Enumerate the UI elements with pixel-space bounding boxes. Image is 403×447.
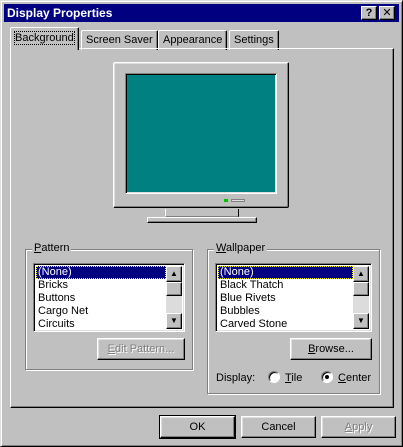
- list-item[interactable]: Cargo Net: [36, 305, 166, 318]
- center-label-rest: enter: [345, 372, 372, 384]
- wallpaper-label-rest: allpaper: [225, 242, 266, 254]
- center-radio-option[interactable]: Center: [321, 371, 379, 385]
- wallpaper-access-key: W: [216, 242, 226, 254]
- list-item[interactable]: Carved Stone: [218, 318, 353, 331]
- help-icon: ?: [365, 7, 373, 19]
- pattern-listbox[interactable]: (None) Bricks Buttons Cargo Net Circuits…: [33, 263, 185, 332]
- browse-button[interactable]: Browse...: [290, 338, 372, 360]
- center-radio[interactable]: [321, 371, 333, 383]
- tile-radio-option[interactable]: Tile: [268, 371, 318, 385]
- scroll-down-icon[interactable]: ▼: [353, 313, 369, 329]
- tile-label-rest: ile: [291, 372, 303, 384]
- list-item[interactable]: Circuits: [36, 318, 166, 331]
- ok-button[interactable]: OK: [159, 415, 236, 439]
- scroll-up-icon[interactable]: ▲: [166, 266, 182, 282]
- scroll-thumb[interactable]: [166, 282, 182, 296]
- list-item[interactable]: Black Thatch: [218, 279, 353, 292]
- tab-screen-saver[interactable]: Screen Saver: [81, 30, 158, 50]
- pattern-group: Pattern (None) Bricks Buttons Cargo Net …: [25, 242, 193, 370]
- list-item[interactable]: (None): [218, 266, 353, 279]
- monitor-bezel: [113, 62, 289, 208]
- wallpaper-listbox[interactable]: (None) Black Thatch Blue Rivets Bubbles …: [215, 263, 372, 332]
- edit-pattern-button[interactable]: Edit Pattern...: [97, 338, 185, 360]
- tab-settings-label: Settings: [234, 34, 274, 46]
- scroll-thumb[interactable]: [353, 282, 369, 296]
- close-button[interactable]: ✕: [379, 6, 395, 20]
- tab-appearance[interactable]: Appearance: [158, 30, 228, 50]
- display-mode-label: Display:: [216, 372, 256, 384]
- monitor-preview: [113, 62, 291, 232]
- wallpaper-group-label: Wallpaper: [214, 242, 268, 254]
- list-item[interactable]: Buttons: [36, 292, 166, 305]
- edit-pattern-label-rest: dit Pattern...: [115, 343, 175, 355]
- monitor-button-icon: [231, 199, 245, 202]
- scroll-up-icon[interactable]: ▲: [353, 266, 369, 282]
- pattern-scrollbar[interactable]: ▲ ▼: [166, 266, 182, 329]
- wallpaper-group: Wallpaper (None) Black Thatch Blue Rivet…: [207, 242, 380, 394]
- list-item[interactable]: Bubbles: [218, 305, 353, 318]
- ok-label: OK: [189, 421, 206, 433]
- pattern-group-label: Pattern: [32, 242, 72, 254]
- tile-label: Tile: [285, 372, 302, 384]
- list-item[interactable]: Bricks: [36, 279, 166, 292]
- radio-selected-dot: [325, 375, 329, 379]
- pattern-list-items: (None) Bricks Buttons Cargo Net Circuits: [36, 266, 166, 331]
- monitor-screen: [125, 73, 277, 194]
- display-properties-window: Display Properties ? ✕ Background Screen…: [0, 0, 403, 447]
- list-item[interactable]: Blue Rivets: [218, 292, 353, 305]
- edit-pattern-access-key: E: [107, 343, 116, 355]
- power-led-icon: [224, 199, 228, 202]
- tile-radio[interactable]: [268, 371, 280, 383]
- scroll-down-icon[interactable]: ▼: [166, 313, 182, 329]
- monitor-stand: [147, 217, 257, 223]
- list-item[interactable]: (None): [36, 266, 166, 279]
- help-button[interactable]: ?: [361, 6, 377, 20]
- tab-background-label: Background: [14, 31, 75, 45]
- apply-access-key: A: [344, 421, 353, 433]
- tab-appearance-label: Appearance: [163, 34, 223, 46]
- title-bar[interactable]: Display Properties ? ✕: [4, 4, 399, 22]
- center-label: Center: [338, 372, 371, 384]
- tab-background[interactable]: Background: [10, 27, 79, 50]
- wallpaper-list-items: (None) Black Thatch Blue Rivets Bubbles …: [218, 266, 353, 331]
- tab-screen-saver-label: Screen Saver: [86, 34, 153, 46]
- window-title: Display Properties: [7, 6, 113, 20]
- pattern-label-rest: attern: [41, 242, 70, 254]
- tab-panel-background: Pattern (None) Bricks Buttons Cargo Net …: [10, 48, 394, 408]
- cancel-button[interactable]: Cancel: [241, 416, 316, 438]
- cancel-label: Cancel: [261, 421, 296, 433]
- center-access-key: C: [338, 372, 346, 384]
- browse-label-rest: rowse...: [315, 343, 354, 355]
- apply-button[interactable]: Apply: [321, 416, 396, 438]
- wallpaper-scrollbar[interactable]: ▲ ▼: [353, 266, 369, 329]
- apply-label-rest: pply: [352, 421, 373, 433]
- monitor-neck: [165, 209, 239, 217]
- tab-settings[interactable]: Settings: [229, 30, 279, 50]
- close-icon: ✕: [382, 7, 392, 19]
